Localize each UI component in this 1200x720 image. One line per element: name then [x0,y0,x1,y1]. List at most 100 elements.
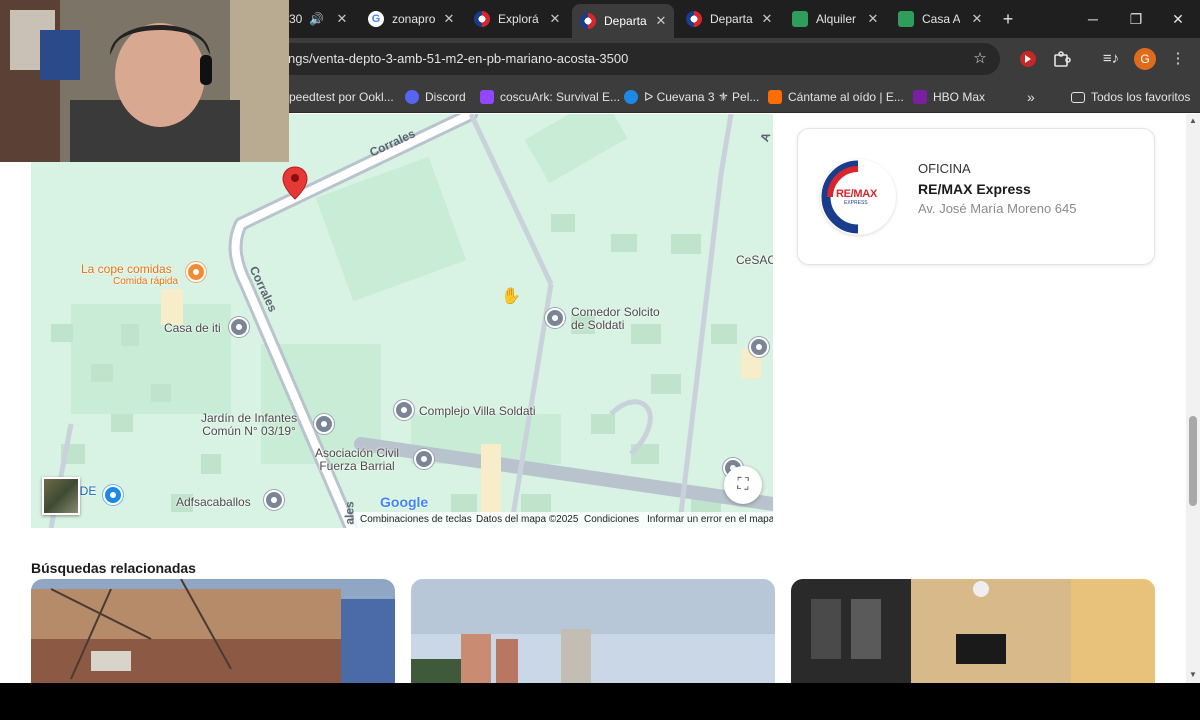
related-listing-card[interactable] [31,579,395,683]
school-icon[interactable] [314,414,334,434]
tab-7[interactable]: Casa Al ✕ [892,6,990,32]
tab-title: Departa [710,12,753,26]
tab-title: 30 [289,12,303,26]
place-label[interactable]: Casa de iti [164,321,221,335]
all-bookmarks-folder[interactable]: Todos los favoritos [1071,87,1190,107]
close-icon[interactable]: ✕ [758,10,776,28]
listing-photo [791,579,1155,683]
listing-photo [411,579,775,683]
map-data-text: Datos del mapa ©2025 [476,514,579,525]
tab-title: zonapro [392,12,436,26]
google-icon: G [368,11,384,27]
tab-5[interactable]: Departa ✕ [680,6,780,32]
page-content: Corrales Corrales ales A La cope comidas… [0,114,1186,683]
taskbar [0,683,1200,720]
music-site-icon [768,90,782,104]
menu-dots-icon[interactable]: ⋮ [1166,47,1190,71]
place-label[interactable]: Jardín de Infantes Común N° 03/19° [201,412,297,438]
hand-cursor-icon: ✋ [501,288,521,305]
bookmark-label: HBO Max [933,90,986,104]
tab-title: Explorá [498,12,539,26]
place-pin-icon[interactable] [414,449,434,469]
page-scrollbar[interactable]: ▲ ▼ [1186,114,1200,683]
address-bar[interactable]: ngs/venta-depto-3-amb-51-m2-en-pb-marian… [240,43,1000,75]
location-pin-icon[interactable] [282,166,308,200]
bookmark-item[interactable]: ᐅ Cuevana 3 ⚜ Pel... [624,87,759,107]
related-listing-card[interactable] [791,579,1155,683]
listing-photo [31,579,395,683]
scroll-up-icon[interactable]: ▲ [1189,116,1197,125]
map-view[interactable]: Corrales Corrales ales A La cope comidas… [31,114,773,528]
office-name[interactable]: RE/MAX Express [918,181,1031,197]
place-label[interactable]: Complejo Villa Soldati [419,404,536,418]
media-queue-icon[interactable]: ≡♪ [1099,47,1123,71]
keyboard-shortcuts-link[interactable]: Combinaciones de teclas [360,514,472,525]
bookmark-item[interactable]: HBO Max [913,87,985,107]
tab-1[interactable]: 30 🔊 ✕ [289,6,355,32]
lock-pin-icon[interactable] [103,485,123,505]
place-label[interactable]: Asociación Civil Fuerza Barrial [315,447,399,473]
browser-window: 30 🔊 ✕ G zonapro ✕ Explorá ✕ Departa ✕ D… [0,0,1200,683]
bookmark-label: Discord [425,90,466,104]
close-icon[interactable]: ✕ [333,10,351,28]
tab-6[interactable]: Alquiler ✕ [786,6,886,32]
bookmark-star-icon[interactable]: ☆ [968,47,992,71]
restore-button[interactable]: ❐ [1124,8,1148,30]
office-card[interactable]: RE/MAX EXPRESS OFICINA RE/MAX Express Av… [797,128,1155,265]
place-sublabel: Comida rápida [113,276,179,287]
report-error-link[interactable]: Informar un error en el mapa [647,514,773,525]
extensions-puzzle-icon[interactable] [1050,47,1074,71]
place-pin-icon[interactable] [545,308,565,328]
bookmark-item[interactable]: Cántame al oído | E... [768,87,904,107]
remax-icon [580,13,596,29]
bookmark-item[interactable]: Discord [405,87,466,107]
twitch-icon [480,90,494,104]
tab-title: Alquiler [816,12,856,26]
close-icon[interactable]: ✕ [440,10,458,28]
place-label[interactable]: Comedor Solcito de Soldati [571,306,660,332]
place-label[interactable]: CeSAC [736,253,773,267]
tab-2[interactable]: G zonapro ✕ [362,6,462,32]
new-tab-button[interactable]: + [996,8,1020,30]
restaurant-icon[interactable] [186,262,206,282]
office-label: OFICINA [918,161,971,176]
webcam-feed [0,0,289,162]
close-icon[interactable]: ✕ [968,10,986,28]
place-pin-icon[interactable] [264,490,284,510]
listing-site-icon [898,11,914,27]
close-icon[interactable]: ✕ [864,10,882,28]
tab-4-active[interactable]: Departa ✕ [572,4,674,38]
satellite-layer-toggle[interactable] [42,477,80,515]
close-icon[interactable]: ✕ [546,10,564,28]
tab-title: Departa [604,14,647,28]
place-pin-icon[interactable] [749,337,769,357]
place-label[interactable]: La cope comidas [81,262,172,276]
bookmark-item[interactable]: peedtest por Ookl... [289,87,394,107]
related-listing-card[interactable] [411,579,775,683]
bookmark-item[interactable]: coscuArk: Survival E... [480,87,620,107]
webcam-overlay [0,0,289,162]
scroll-down-icon[interactable]: ▼ [1189,670,1197,679]
place-label[interactable]: Adfsacaballos [176,495,251,509]
close-window-button[interactable]: ✕ [1166,8,1190,30]
speaker-icon[interactable]: 🔊 [309,12,324,26]
url-text[interactable]: ngs/venta-depto-3-amb-51-m2-en-pb-marian… [288,51,628,66]
place-pin-icon[interactable] [229,317,249,337]
folder-icon [1071,91,1085,103]
minimize-button[interactable]: ─ [1081,8,1105,30]
fullscreen-icon[interactable]: ⛶ [724,466,762,504]
extension-shield-icon[interactable] [1016,47,1040,71]
logo-subtext: EXPRESS [844,200,868,206]
bookmark-label: ᐅ Cuevana 3 ⚜ Pel... [644,90,760,104]
profile-avatar[interactable]: G [1134,48,1156,70]
google-logo: Google [380,494,429,510]
close-icon[interactable]: ✕ [652,12,670,30]
place-pin-icon[interactable] [394,400,414,420]
tab-3[interactable]: Explorá ✕ [468,6,568,32]
logo-text: RE/MAX [836,188,877,200]
bookmark-label: Todos los favoritos [1091,90,1191,104]
terms-link[interactable]: Condiciones [584,514,639,525]
scrollbar-thumb[interactable] [1189,416,1197,506]
more-bookmarks-chevron-icon[interactable]: » [1027,87,1035,107]
remax-icon [686,11,702,27]
